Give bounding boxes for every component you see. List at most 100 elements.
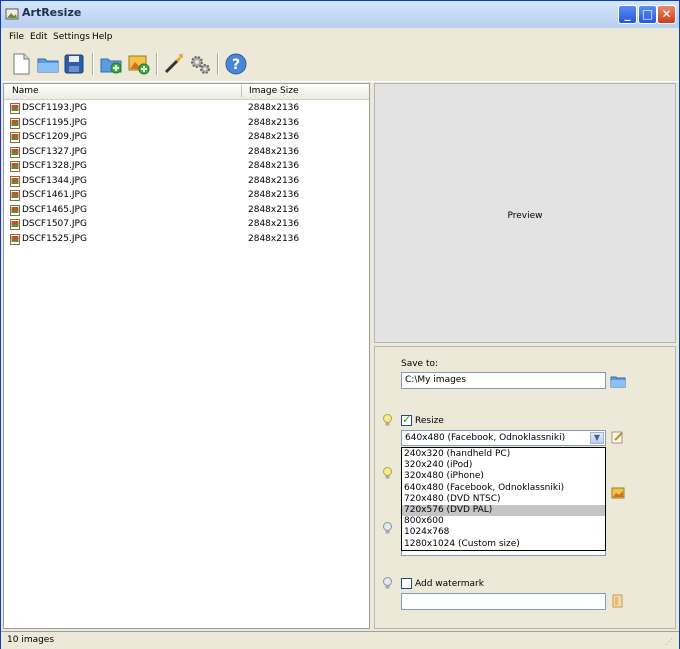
status-text: 10 images (7, 635, 55, 645)
resize-option[interactable]: 800x600 (402, 516, 605, 527)
app-window: ArtResize _ □ ✕ File Edit Settings Help (0, 0, 680, 649)
preview-pane: Preview (374, 83, 676, 343)
file-image-size: 2848x2136 (248, 117, 300, 128)
jpg-file-icon (10, 132, 20, 143)
table-row[interactable]: DSCF1195.JPG 2848x2136 (4, 116, 369, 130)
svg-text:?: ? (232, 57, 240, 73)
table-row[interactable]: DSCF1465.JPG 2848x2136 (4, 203, 369, 217)
menu-settings[interactable]: Settings (53, 32, 90, 42)
gears-icon[interactable] (188, 52, 212, 76)
app-icon (5, 8, 19, 20)
menu-edit[interactable]: Edit (30, 32, 47, 42)
jpg-file-icon (10, 219, 20, 230)
resize-grip-icon[interactable]: ⋰ (665, 637, 673, 646)
lightbulb-icon (383, 414, 392, 426)
save-icon[interactable] (62, 52, 86, 76)
table-row[interactable]: DSCF1327.JPG 2848x2136 (4, 145, 369, 159)
image-settings-icon[interactable] (611, 487, 625, 499)
file-image-size: 2848x2136 (248, 233, 300, 244)
file-name: DSCF1327.JPG (22, 146, 87, 157)
file-name: DSCF1525.JPG (22, 233, 87, 244)
jpg-file-icon (10, 190, 20, 201)
resize-option[interactable]: 1024x768 (402, 527, 605, 538)
file-image-size: 2848x2136 (248, 219, 300, 229)
file-name: DSCF1344.JPG (22, 175, 87, 186)
file-name: DSCF1209.JPG (22, 132, 87, 142)
menu-help[interactable]: Help (92, 32, 113, 42)
toolbar-separator (92, 53, 94, 75)
toolbar-separator (156, 53, 158, 75)
table-row[interactable]: DSCF1193.JPG 2848x2136 (4, 101, 369, 115)
preview-label: Preview (507, 211, 543, 221)
jpg-file-icon (10, 146, 20, 158)
resize-option[interactable]: 320x240 (iPod) (402, 460, 605, 471)
edit-note-icon[interactable] (611, 431, 624, 444)
list-header: Name Image Size (4, 84, 369, 100)
watermark-label: Add watermark (415, 579, 484, 589)
resize-preset-dropdown-list[interactable]: 240x320 (handheld PC) 320x240 (iPod) 320x4… (401, 447, 606, 551)
resize-checkbox[interactable]: ✓ (401, 413, 412, 426)
jpg-file-icon (10, 161, 20, 172)
menu-file[interactable]: File (9, 32, 24, 42)
table-row[interactable]: DSCF1525.JPG 2848x2136 (4, 232, 369, 246)
file-image-size: 2848x2136 (248, 161, 300, 171)
open-folder-icon[interactable] (36, 52, 60, 76)
file-name: DSCF1328.JPG (22, 161, 87, 171)
browse-folder-icon[interactable] (610, 374, 626, 388)
save-to-input[interactable]: C:\My images (401, 372, 606, 389)
file-name: DSCF1193.JPG (22, 103, 87, 113)
table-row[interactable]: DSCF1209.JPG 2848x2136 (4, 130, 369, 144)
watermark-checkbox[interactable] (401, 578, 412, 589)
resize-option[interactable]: 240x320 (handheld PC) (402, 449, 605, 460)
magic-wand-icon[interactable] (162, 52, 186, 76)
toolbar: ? (1, 47, 679, 82)
resize-option[interactable]: 720x480 (DVD NTSC) (402, 494, 605, 505)
title-bar[interactable]: ArtResize _ □ ✕ (1, 1, 679, 29)
file-name: DSCF1195.JPG (22, 117, 87, 128)
file-name: DSCF1461.JPG (22, 190, 87, 200)
file-image-size: 2848x2136 (248, 132, 300, 142)
resize-option[interactable]: 720x576 (DVD PAL) (402, 505, 605, 516)
column-divider[interactable] (241, 85, 242, 97)
resize-preset-value: 640x480 (Facebook, Odnoklassniki) (405, 433, 566, 443)
resize-option[interactable]: 640x480 (Facebook, Odnoklassniki) (402, 483, 605, 494)
table-row[interactable]: DSCF1328.JPG 2848x2136 (4, 159, 369, 173)
table-row[interactable]: DSCF1344.JPG 2848x2136 (4, 174, 369, 188)
add-images-icon[interactable] (127, 52, 151, 76)
table-row[interactable]: DSCF1507.JPG 2848x2136 (4, 217, 369, 231)
file-image-size: 2848x2136 (248, 146, 300, 157)
table-row[interactable]: DSCF1461.JPG 2848x2136 (4, 188, 369, 202)
jpg-file-icon (10, 117, 20, 129)
column-header-image-size[interactable]: Image Size (249, 86, 299, 96)
jpg-file-icon (10, 233, 20, 245)
watermark-picker-icon[interactable] (611, 594, 624, 608)
file-image-size: 2848x2136 (248, 175, 300, 186)
file-image-size: 2848x2136 (248, 190, 300, 200)
resize-label: Resize (415, 416, 444, 426)
help-icon[interactable]: ? (224, 52, 248, 76)
lightbulb-off-icon (383, 522, 392, 534)
file-image-size: 2848x2136 (248, 204, 300, 215)
minimize-button[interactable]: _ (618, 5, 637, 24)
lightbulb-icon (383, 467, 392, 479)
status-bar: 10 images ⋰ (1, 631, 679, 649)
window-title: ArtResize (22, 6, 82, 19)
save-to-label: Save to: (401, 359, 439, 369)
resize-option[interactable]: 1280x1024 (Custom size) (402, 539, 605, 550)
file-list[interactable]: Name Image Size DSCF1193.JPG 2848x2136 DSC… (3, 83, 370, 629)
close-button[interactable]: ✕ (657, 5, 676, 24)
check-mark-icon: ✓ (402, 413, 412, 426)
jpg-file-icon (10, 204, 20, 216)
column-header-name[interactable]: Name (12, 86, 39, 96)
resize-option[interactable]: 320x480 (iPhone) (402, 471, 605, 482)
maximize-button[interactable]: □ (638, 5, 657, 24)
resize-preset-select[interactable]: 640x480 (Facebook, Odnoklassniki) ▼ (401, 430, 606, 446)
jpg-file-icon (10, 175, 20, 187)
toolbar-separator (217, 53, 219, 75)
chevron-down-icon[interactable]: ▼ (590, 432, 604, 444)
add-folder-icon[interactable] (99, 52, 123, 76)
new-file-icon[interactable] (9, 52, 33, 76)
file-name: DSCF1507.JPG (22, 219, 87, 229)
watermark-input[interactable] (401, 593, 606, 610)
menu-bar: File Edit Settings Help (1, 28, 679, 46)
